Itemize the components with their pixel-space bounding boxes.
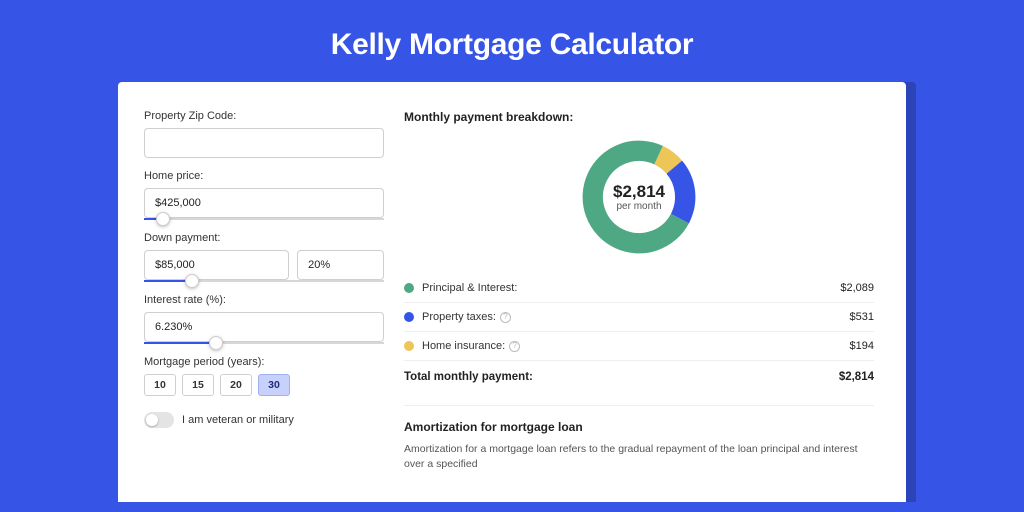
form-column: Property Zip Code: Home price: Down paym… xyxy=(144,110,384,502)
zip-group: Property Zip Code: xyxy=(144,110,384,158)
home-price-group: Home price: xyxy=(144,170,384,220)
legend-value: $2,089 xyxy=(840,282,874,294)
zip-input[interactable] xyxy=(144,128,384,158)
interest-rate-input[interactable] xyxy=(144,312,384,342)
legend-dot-icon xyxy=(404,312,414,322)
total-label: Total monthly payment: xyxy=(404,371,533,383)
donut-chart-wrap: $2,814 per month xyxy=(404,134,874,268)
veteran-row: I am veteran or military xyxy=(144,412,384,428)
total-row: Total monthly payment: $2,814 xyxy=(404,361,874,395)
breakdown-title: Monthly payment breakdown: xyxy=(404,110,874,124)
term-button-20[interactable]: 20 xyxy=(220,374,252,396)
legend-dot-icon xyxy=(404,283,414,293)
page-title: Kelly Mortgage Calculator xyxy=(0,0,1024,82)
interest-rate-slider[interactable] xyxy=(144,342,384,344)
donut-amount: $2,814 xyxy=(613,182,665,202)
zip-label: Property Zip Code: xyxy=(144,110,384,122)
total-value: $2,814 xyxy=(839,371,874,383)
veteran-label: I am veteran or military xyxy=(182,414,294,426)
results-column: Monthly payment breakdown: $2,814 per mo… xyxy=(404,110,874,502)
down-payment-percent-input[interactable] xyxy=(297,250,384,280)
term-group: Mortgage period (years): 10 15 20 30 xyxy=(144,356,384,396)
interest-rate-slider-thumb[interactable] xyxy=(209,336,223,350)
term-button-30[interactable]: 30 xyxy=(258,374,290,396)
down-payment-amount-input[interactable] xyxy=(144,250,289,280)
interest-rate-group: Interest rate (%): xyxy=(144,294,384,344)
down-payment-label: Down payment: xyxy=(144,232,384,244)
interest-rate-label: Interest rate (%): xyxy=(144,294,384,306)
home-price-input[interactable] xyxy=(144,188,384,218)
help-icon[interactable]: ? xyxy=(500,312,511,323)
legend-label: Principal & Interest: xyxy=(422,282,840,294)
help-icon[interactable]: ? xyxy=(509,341,520,352)
calculator-card: Property Zip Code: Home price: Down paym… xyxy=(118,82,906,502)
home-price-slider-thumb[interactable] xyxy=(156,212,170,226)
legend-label: Home insurance:? xyxy=(422,340,850,352)
amortization-text: Amortization for a mortgage loan refers … xyxy=(404,442,874,472)
term-button-15[interactable]: 15 xyxy=(182,374,214,396)
home-price-slider[interactable] xyxy=(144,218,384,220)
veteran-toggle[interactable] xyxy=(144,412,174,428)
donut-center: $2,814 per month xyxy=(578,136,700,258)
term-label: Mortgage period (years): xyxy=(144,356,384,368)
legend-row: Property taxes:?$531 xyxy=(404,303,874,332)
legend-dot-icon xyxy=(404,341,414,351)
legend-row: Home insurance:?$194 xyxy=(404,332,874,361)
amortization-title: Amortization for mortgage loan xyxy=(404,405,874,434)
down-payment-slider[interactable] xyxy=(144,280,384,282)
donut-chart: $2,814 per month xyxy=(578,136,700,258)
legend: Principal & Interest:$2,089Property taxe… xyxy=(404,274,874,361)
legend-value: $194 xyxy=(850,340,874,352)
term-button-10[interactable]: 10 xyxy=(144,374,176,396)
legend-value: $531 xyxy=(850,311,874,323)
legend-label: Property taxes:? xyxy=(422,311,850,323)
down-payment-group: Down payment: xyxy=(144,232,384,282)
down-payment-slider-thumb[interactable] xyxy=(185,274,199,288)
home-price-label: Home price: xyxy=(144,170,384,182)
donut-sub: per month xyxy=(616,201,661,212)
legend-row: Principal & Interest:$2,089 xyxy=(404,274,874,303)
